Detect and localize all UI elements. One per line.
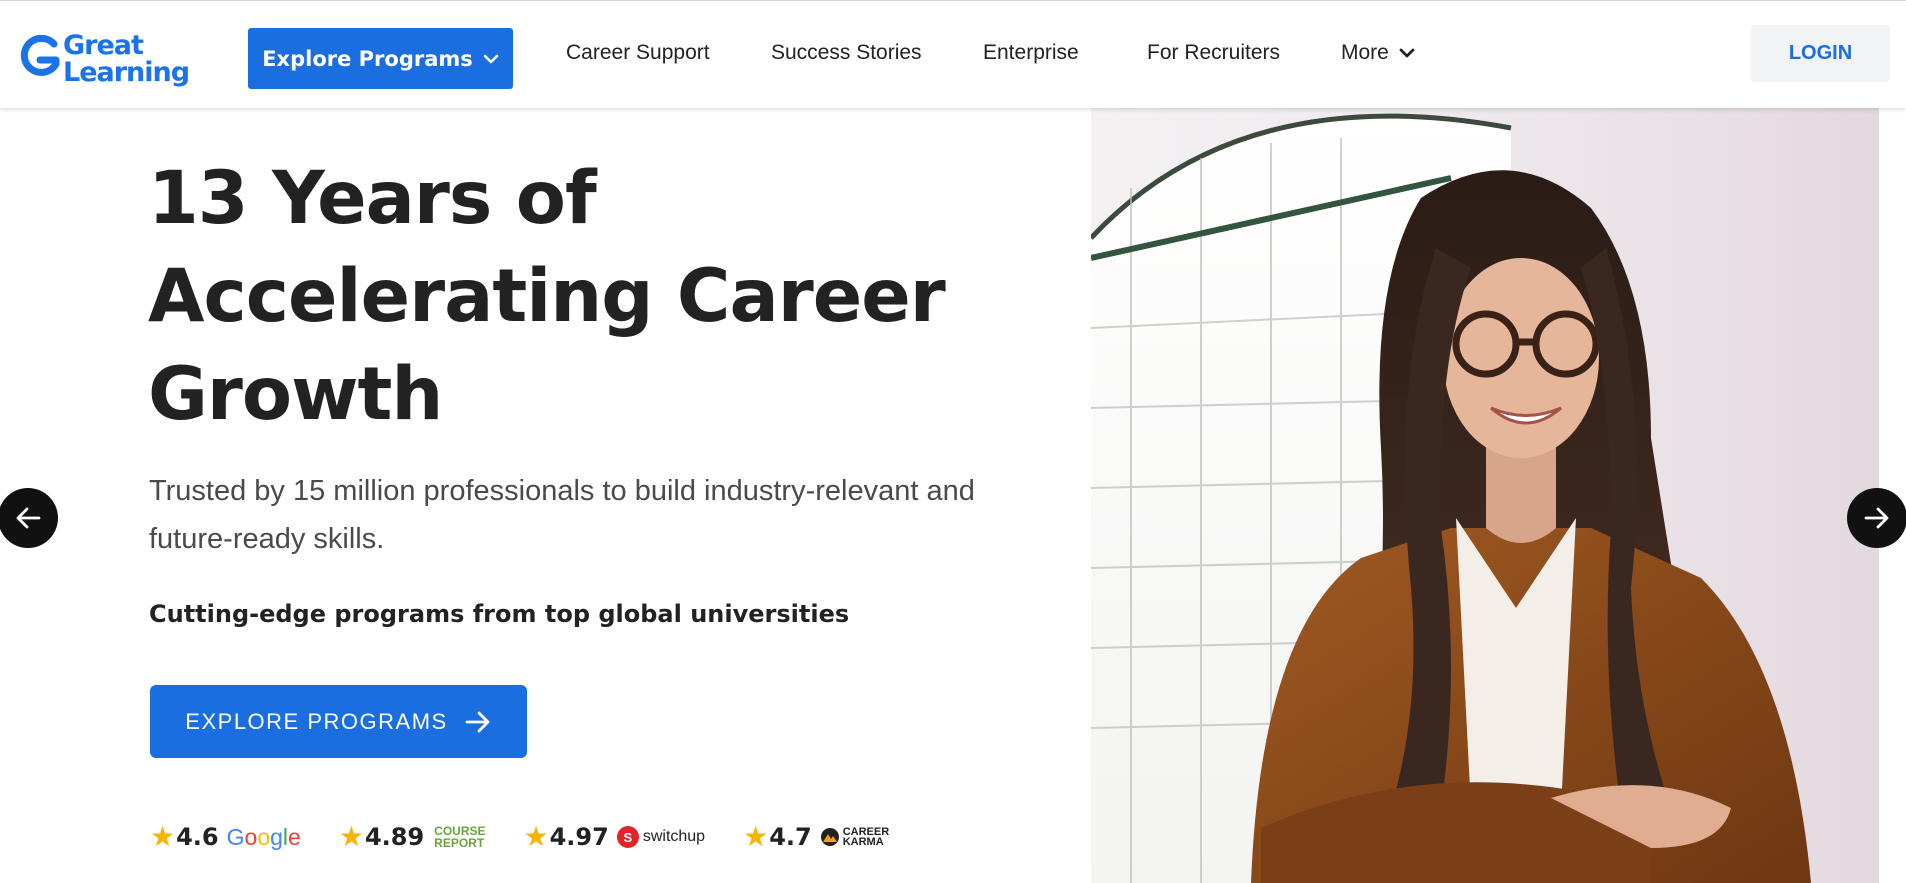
chevron-down-icon [483, 54, 499, 63]
star-icon: ★ [523, 821, 549, 852]
arrow-right-icon [1864, 507, 1889, 529]
hero-title-line-3: Growth [148, 352, 443, 437]
great-learning-logo[interactable]: Great Learning [18, 29, 198, 89]
hero-photo-illustration [1091, 108, 1879, 883]
rating-value: 4.6 [176, 823, 219, 851]
rating-value: 4.89 [364, 823, 425, 851]
star-icon: ★ [338, 821, 364, 852]
hero-tagline: Cutting-edge programs from top global un… [149, 600, 850, 628]
hero-photo-professional-woman [1091, 108, 1879, 883]
hero-title-line-1: 13 Years of [148, 156, 597, 241]
nav-more-dropdown[interactable]: More [1341, 41, 1415, 65]
logo-line-2: Learning [63, 57, 190, 88]
login-button[interactable]: LOGIN [1751, 25, 1890, 82]
ratings-row: ★ 4.6 Google ★ 4.89 COURSE REPORT ★ 4.97… [150, 820, 927, 854]
rating-value: 4.97 [549, 823, 609, 851]
career-karma-logo: CAREER KARMA [820, 827, 889, 848]
rating-google: ★ 4.6 Google [150, 821, 301, 852]
rating-switchup: ★ 4.97 S switchup [523, 821, 706, 852]
hero-subtitle: Trusted by 15 million professionals to b… [149, 475, 975, 555]
explore-programs-dropdown[interactable]: Explore Programs [248, 28, 513, 89]
rating-career-karma: ★ 4.7 CAREER KARMA [743, 821, 889, 852]
nav-more-label: More [1341, 41, 1389, 64]
switchup-logo: S switchup [616, 826, 706, 848]
cta-label: EXPLORE PROGRAMS [185, 708, 448, 734]
rating-course-report: ★ 4.89 COURSE REPORT [338, 821, 486, 852]
arrow-left-icon [16, 507, 41, 529]
star-icon: ★ [150, 821, 176, 852]
nav-for-recruiters[interactable]: For Recruiters [1147, 41, 1280, 65]
course-report-logo: COURSE REPORT [434, 825, 485, 849]
carousel-prev-button[interactable] [0, 488, 58, 548]
star-icon: ★ [743, 821, 769, 852]
hero-title: 13 Years of Accelerating Career Growth [148, 150, 1028, 444]
switchup-icon: S [616, 826, 639, 848]
rating-value: 4.7 [769, 823, 812, 851]
chevron-down-icon [1399, 48, 1415, 58]
logo-line-1: Great [63, 30, 144, 61]
google-logo: Google [226, 823, 301, 850]
logo-g-icon [20, 34, 60, 76]
arrow-right-icon [465, 711, 490, 732]
career-karma-line-2: KARMA [842, 836, 884, 848]
course-report-line-2: REPORT [434, 836, 485, 850]
nav-success-stories[interactable]: Success Stories [771, 41, 922, 65]
nav-enterprise[interactable]: Enterprise [983, 41, 1079, 65]
explore-programs-cta-button[interactable]: EXPLORE PROGRAMS [150, 685, 527, 758]
nav-career-support[interactable]: Career Support [566, 41, 710, 65]
carousel-next-button[interactable] [1847, 488, 1906, 548]
explore-programs-label: Explore Programs [262, 46, 473, 71]
hero-title-line-2: Accelerating Career [148, 254, 946, 339]
site-header: Great Learning Explore Programs Career S… [0, 1, 1906, 108]
logo-wordmark: Great Learning [63, 30, 190, 88]
career-karma-icon [820, 828, 839, 846]
switchup-name: switchup [642, 828, 706, 845]
